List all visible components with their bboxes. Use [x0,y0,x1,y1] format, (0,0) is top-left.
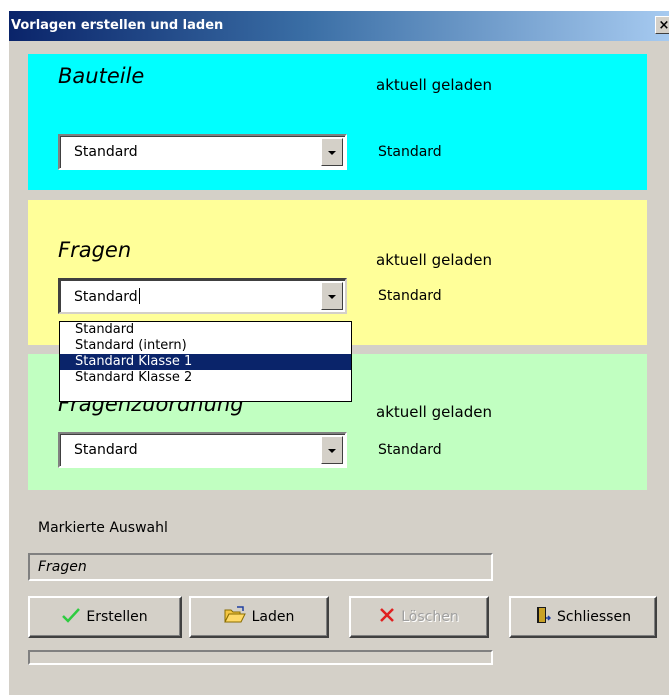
fragen-combobox[interactable]: Standard [58,278,347,314]
section-heading: Fragen [58,238,132,262]
dropdown-option[interactable]: Standard [60,322,351,338]
combo-value: Standard [74,442,138,458]
loaded-value: Standard [378,144,442,160]
loaded-label: aktuell geladen [376,403,492,421]
loaded-value: Standard [378,288,442,304]
button-label: Erstellen [86,609,148,625]
checkmark-icon [62,607,81,627]
chevron-down-icon [328,449,336,453]
fragen-dropdown-list[interactable]: Standard Standard (intern) Standard Klas… [59,321,352,402]
open-folder-icon [223,606,246,628]
chevron-down-icon [328,151,336,155]
window-title: Vorlagen erstellen und laden [11,18,224,33]
exit-door-icon [535,606,552,628]
section-bauteile: Bauteile aktuell geladen Standard Standa… [28,54,647,190]
dropdown-option[interactable]: Standard Klasse 2 [60,370,351,386]
loaded-label: aktuell geladen [376,251,492,269]
bauteile-combobox[interactable]: Standard [58,134,347,170]
dropdown-button[interactable] [321,138,343,166]
delete-x-icon [379,607,395,627]
chevron-down-icon [328,295,336,299]
selection-field: Fragen [28,553,493,581]
dropdown-button[interactable] [321,282,343,310]
progress-bar [28,650,493,665]
title-bar: Vorlagen erstellen und laden × [9,11,669,41]
create-button[interactable]: Erstellen [28,596,182,638]
loaded-label: aktuell geladen [376,76,492,94]
close-button[interactable]: Schliessen [509,596,657,638]
dropdown-option-highlighted[interactable]: Standard Klasse 1 [60,354,351,370]
text-caret [138,288,140,304]
loaded-value: Standard [378,442,442,458]
selection-label: Markierte Auswahl [38,520,168,536]
section-heading: Bauteile [58,64,145,88]
combo-value: Standard [74,288,140,305]
button-label: Löschen [401,609,459,625]
button-label: Laden [251,609,295,625]
close-icon: × [658,18,669,33]
button-label: Schliessen [557,609,631,625]
close-window-button[interactable]: × [655,16,669,34]
dropdown-option[interactable]: Standard (intern) [60,338,351,354]
fragenzuordnung-combobox[interactable]: Standard [58,432,347,468]
selection-value: Fragen [38,559,87,575]
delete-button[interactable]: Löschen [349,596,489,638]
dropdown-button[interactable] [321,436,343,464]
load-button[interactable]: Laden [189,596,329,638]
combo-value: Standard [74,144,138,160]
